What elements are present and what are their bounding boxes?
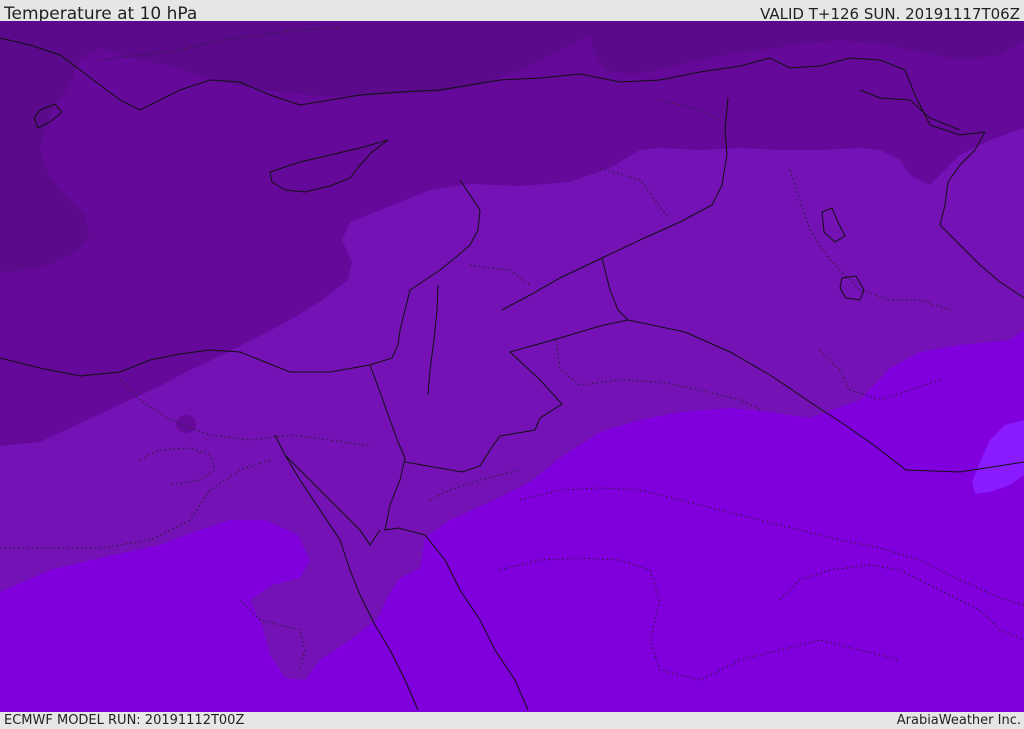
map-panel	[0, 21, 1024, 712]
map-page: Temperature at 10 hPa VALID T+126 SUN. 2…	[0, 0, 1024, 729]
model-run-label: ECMWF MODEL RUN: 20191112T00Z	[4, 713, 245, 728]
footer-bar: ECMWF MODEL RUN: 20191112T00Z ArabiaWeat…	[0, 712, 1024, 729]
header-bar: Temperature at 10 hPa VALID T+126 SUN. 2…	[0, 0, 1024, 24]
temperature-map	[0, 21, 1024, 712]
temp-cell-small	[176, 415, 196, 433]
credit-label: ArabiaWeather Inc.	[896, 713, 1021, 728]
